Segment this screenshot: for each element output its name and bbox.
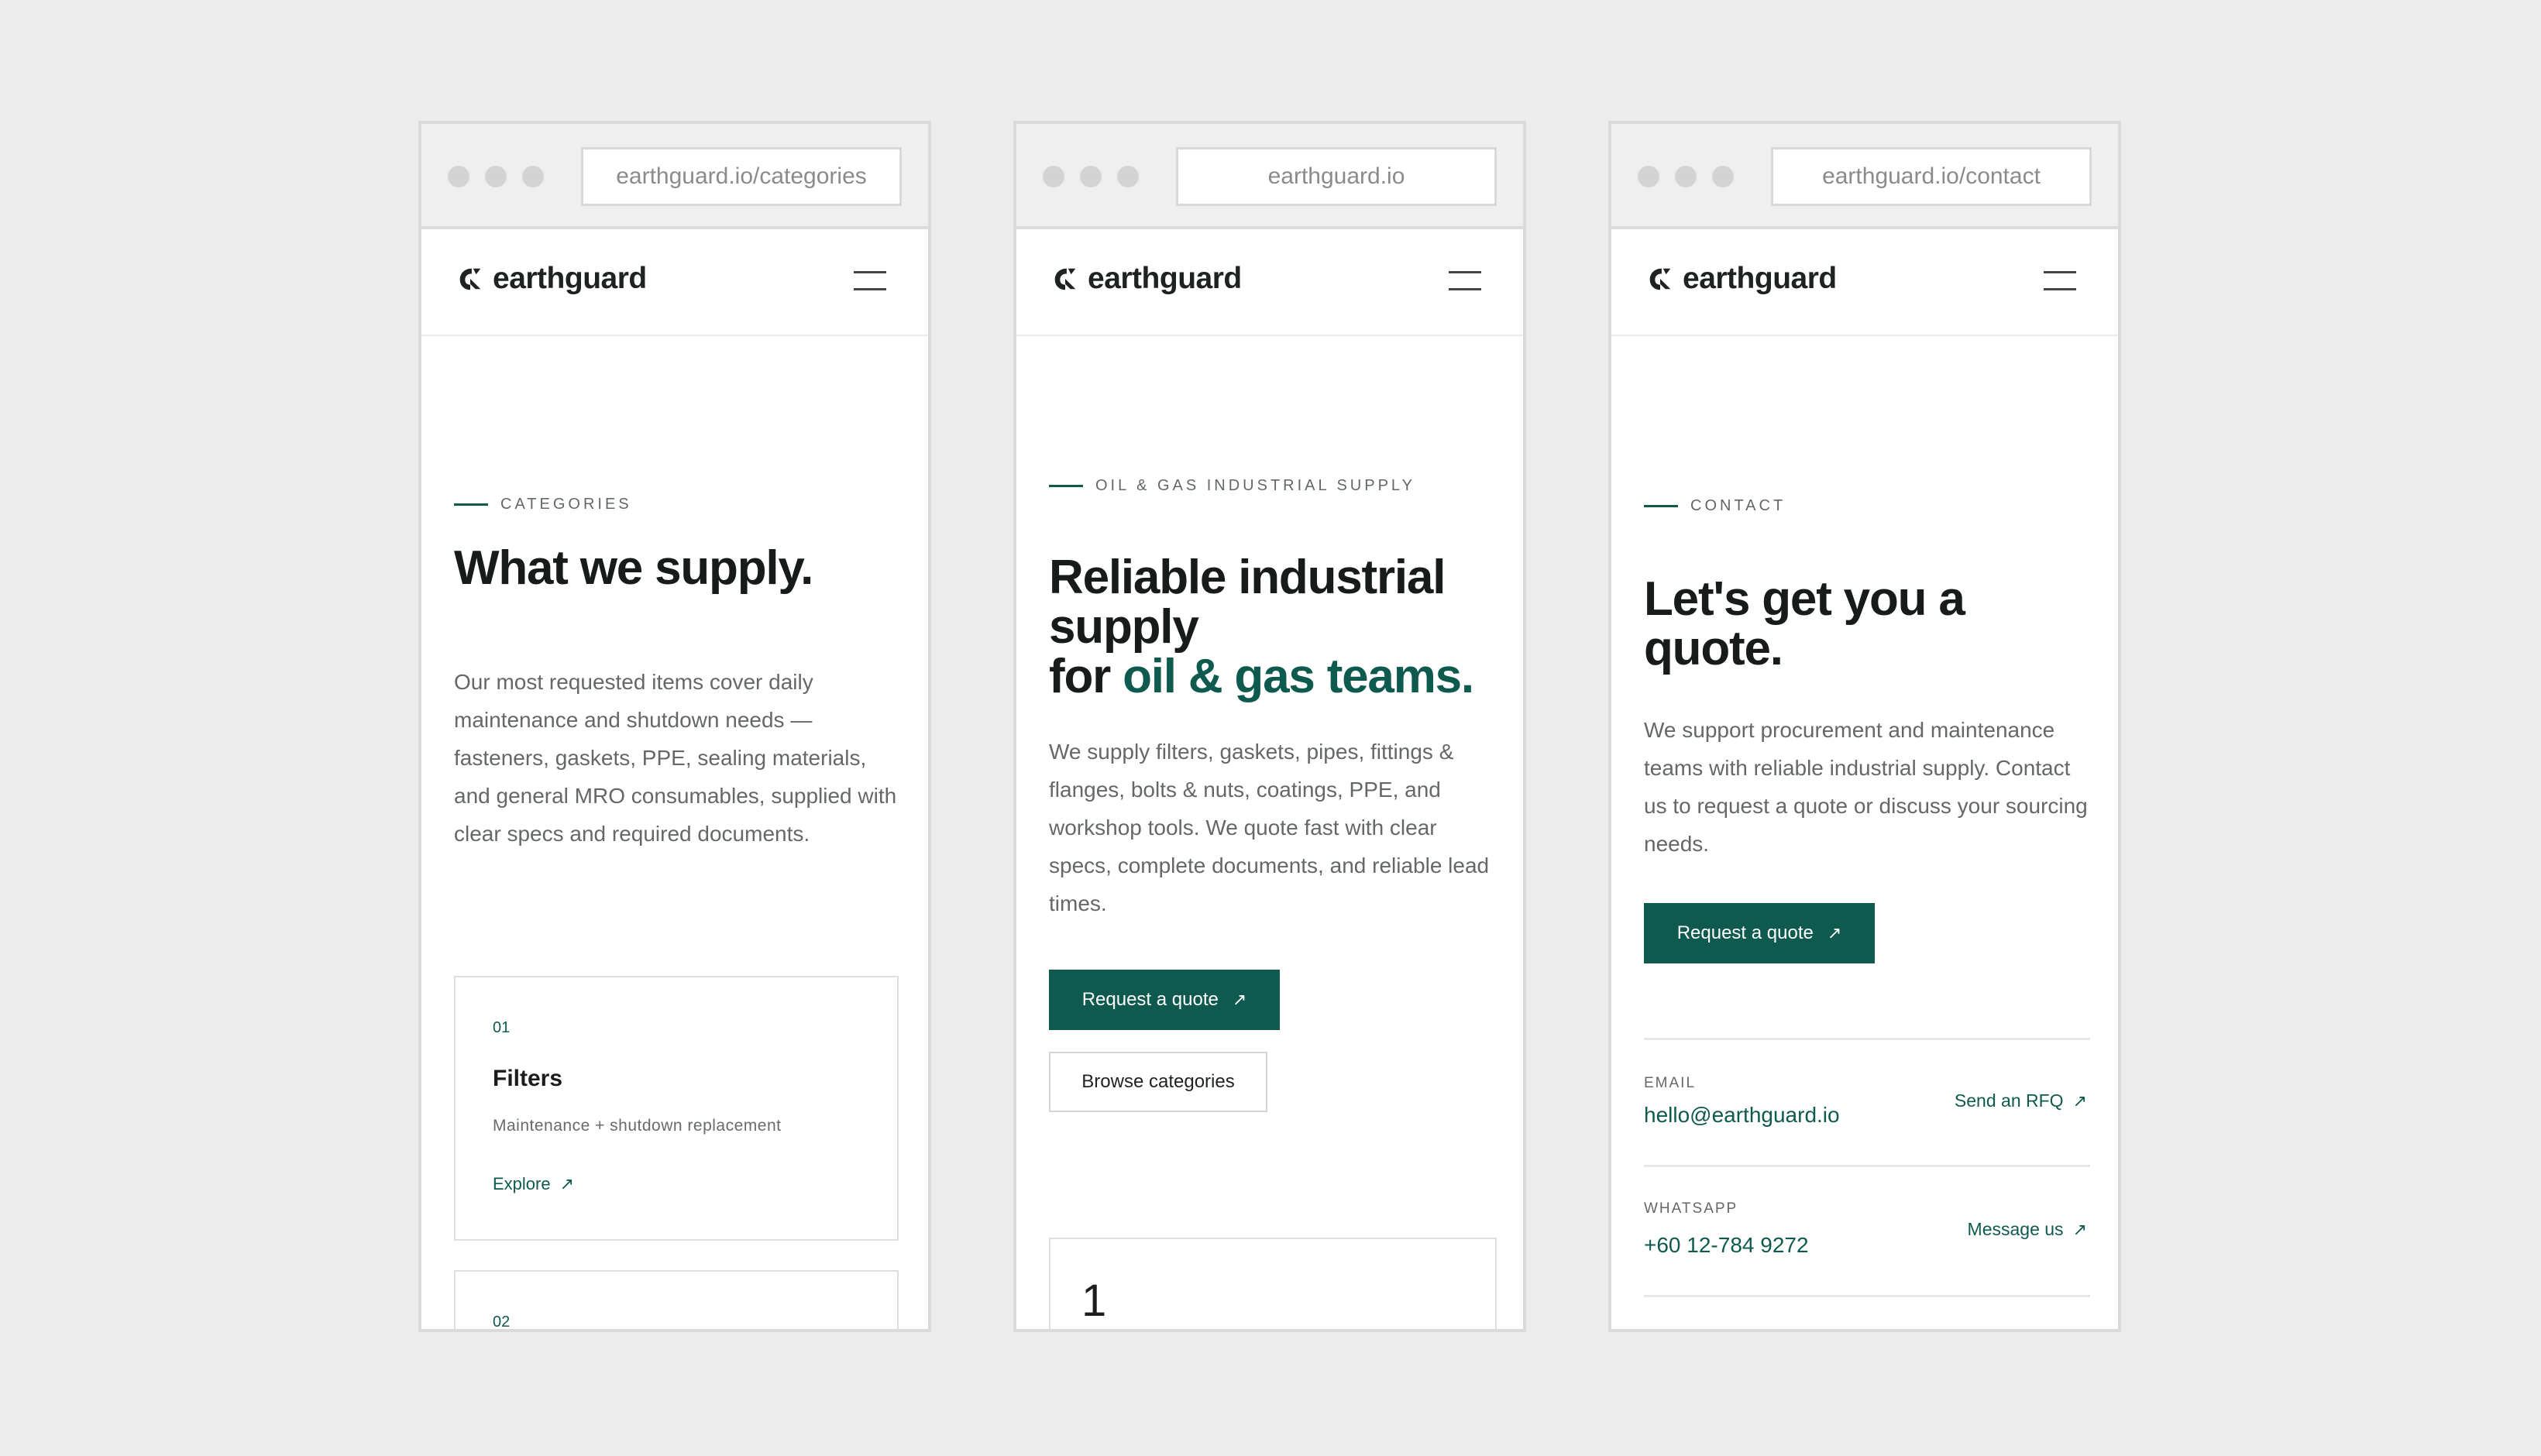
whatsapp-value[interactable]: +60 12-784 9272	[1644, 1233, 1809, 1258]
url-bar[interactable]: earthguard.io/categories	[581, 147, 902, 206]
arrow-up-right-icon: ↗	[559, 1174, 575, 1193]
site-header: earthguard	[1016, 229, 1523, 336]
browse-categories-button[interactable]: Browse categories	[1049, 1052, 1267, 1112]
window-dot	[448, 166, 469, 187]
brand-name: earthguard	[493, 262, 647, 295]
divider	[1644, 1038, 2090, 1040]
hero-text: We supply filters, gaskets, pipes, fitti…	[1049, 740, 1490, 915]
card-title: Filters	[493, 1066, 563, 1091]
brand-logo[interactable]: earthguard	[1645, 262, 1837, 296]
hero-title: Reliable industrial supply for oil & gas…	[1049, 551, 1474, 703]
email-label: EMAIL	[1644, 1075, 1697, 1091]
earthguard-logo-icon	[1649, 268, 1671, 290]
brand-logo[interactable]: earthguard	[1050, 262, 1242, 296]
earthguard-logo-icon	[459, 268, 481, 290]
window-dot	[1638, 166, 1659, 187]
request-quote-button[interactable]: Request a quote ↗	[1644, 903, 1875, 963]
window-dot	[1712, 166, 1734, 187]
send-rfq-link[interactable]: Send an RFQ ↗	[1955, 1090, 2087, 1111]
brand-name: earthguard	[1088, 262, 1242, 295]
divider	[1644, 1295, 2090, 1297]
arrow-up-right-icon: ↗	[2072, 1219, 2087, 1239]
url-bar[interactable]: earthguard.io/contact	[1771, 147, 2092, 206]
whatsapp-label: WHATSAPP	[1644, 1200, 1738, 1217]
arrow-up-right-icon: ↗	[1827, 923, 1842, 943]
arrow-up-right-icon: ↗	[2072, 1090, 2087, 1111]
email-value[interactable]: hello@earthguard.io	[1644, 1103, 1840, 1128]
intro-text: Our most requested items cover daily mai…	[454, 670, 897, 846]
page-title: What we supply.	[454, 541, 813, 595]
section-eyebrow: OIL & GAS INDUSTRIAL SUPPLY	[1049, 477, 1415, 495]
card-subtitle: Maintenance + shutdown replacement	[493, 1117, 782, 1135]
hamburger-icon[interactable]	[1449, 271, 1481, 291]
phone-frame-home: earthguard.io earthguard OIL & GAS INDUS…	[1013, 121, 1526, 1332]
stat-card: 1	[1049, 1238, 1497, 1329]
window-dot	[522, 166, 544, 187]
category-card-filters[interactable]: 01 Filters Maintenance + shutdown replac…	[454, 976, 899, 1241]
page-title: Let's get you a quote.	[1644, 572, 1965, 675]
browser-bar: earthguard.io/contact	[1611, 124, 2118, 229]
category-card[interactable]: 02	[454, 1270, 899, 1331]
message-us-link[interactable]: Message us ↗	[1968, 1219, 2087, 1240]
contact-intro-text: We support procurement and maintenance t…	[1644, 718, 2088, 856]
hamburger-icon[interactable]	[854, 271, 886, 291]
divider	[1644, 1165, 2090, 1167]
phone-frame-categories: earthguard.io/categories earthguard CATE…	[418, 121, 931, 1332]
browser-bar: earthguard.io/categories	[421, 124, 928, 229]
hamburger-icon[interactable]	[2044, 271, 2076, 291]
card-number: 01	[493, 1019, 511, 1036]
window-dot	[1080, 166, 1102, 187]
site-header: earthguard	[1611, 229, 2118, 336]
section-eyebrow: CONTACT	[1644, 497, 1786, 515]
earthguard-logo-icon	[1054, 268, 1076, 290]
arrow-up-right-icon: ↗	[1232, 990, 1247, 1009]
section-eyebrow: CATEGORIES	[454, 496, 632, 513]
window-dot	[1675, 166, 1697, 187]
window-dot	[1043, 166, 1064, 187]
window-dot	[485, 166, 507, 187]
explore-link[interactable]: Explore ↗	[493, 1174, 574, 1194]
stat-number: 1	[1081, 1276, 1107, 1326]
request-quote-button[interactable]: Request a quote ↗	[1049, 970, 1280, 1030]
site-header: earthguard	[421, 229, 928, 336]
phone-frame-contact: earthguard.io/contact earthguard CONTACT…	[1608, 121, 2121, 1332]
brand-logo[interactable]: earthguard	[456, 262, 647, 296]
browser-bar: earthguard.io	[1016, 124, 1523, 229]
brand-name: earthguard	[1683, 262, 1837, 295]
card-number: 02	[493, 1313, 511, 1331]
window-dot	[1117, 166, 1139, 187]
url-bar[interactable]: earthguard.io	[1176, 147, 1497, 206]
